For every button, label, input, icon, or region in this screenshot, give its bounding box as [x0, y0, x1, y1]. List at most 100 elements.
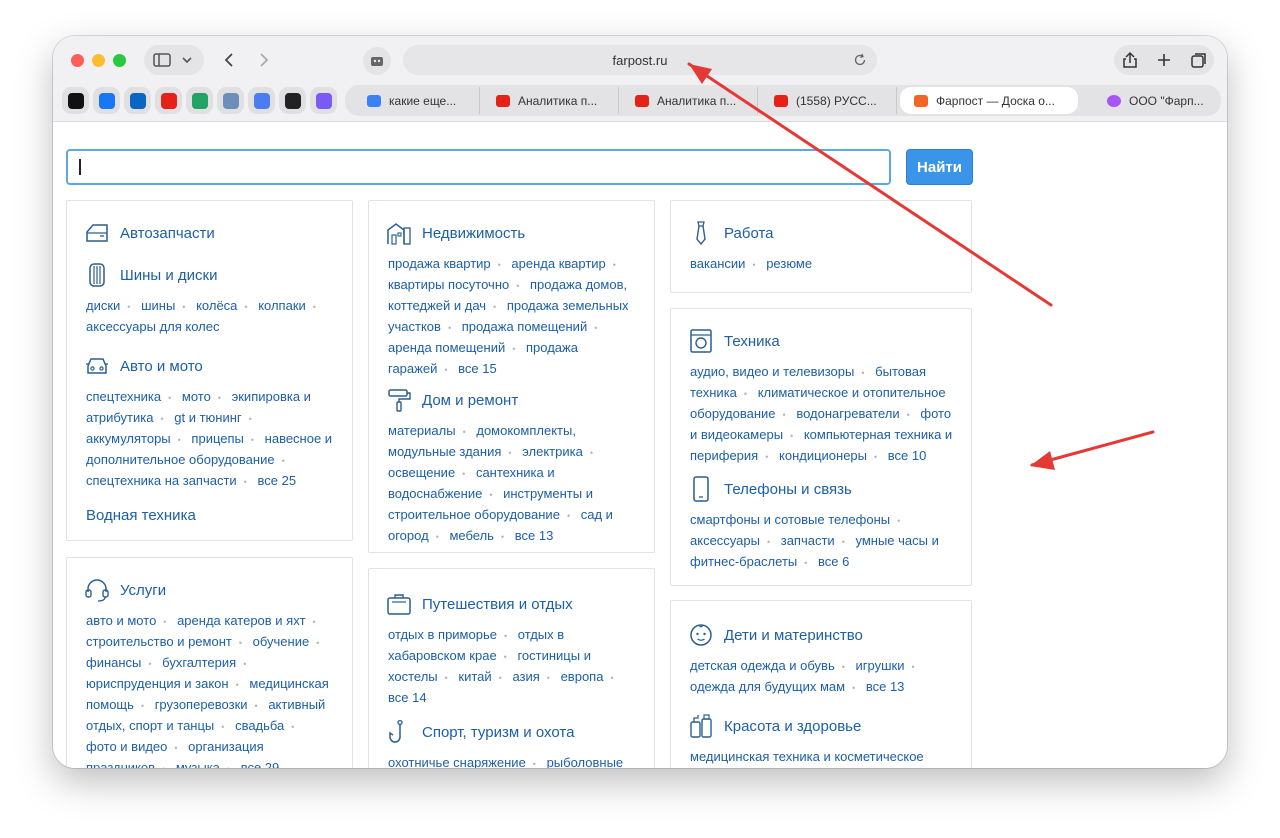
category-link[interactable]: аксессуары для колес — [86, 319, 219, 334]
section-header[interactable]: Дом и ремонт — [369, 387, 654, 413]
section-title[interactable]: Недвижимость — [422, 225, 525, 242]
section-header[interactable]: Спорт, туризм и охота — [369, 719, 654, 745]
category-link[interactable]: водонагреватели — [796, 406, 899, 421]
category-link[interactable]: аренда помещений — [388, 340, 505, 355]
reload-icon[interactable] — [853, 53, 867, 67]
category-link[interactable]: азия — [512, 669, 539, 684]
category-link[interactable]: колёса — [196, 298, 237, 313]
favorite-youtube-icon[interactable] — [155, 87, 182, 114]
category-link[interactable]: игрушки — [856, 658, 905, 673]
category-link[interactable]: кондиционеры — [779, 448, 867, 463]
category-link[interactable]: все 6 — [818, 554, 849, 569]
category-link[interactable]: электрика — [522, 444, 583, 459]
favorite-openai-icon[interactable] — [279, 87, 306, 114]
tab-company[interactable]: ООО "Фарп... — [1093, 87, 1219, 114]
category-link[interactable]: отдых в приморье — [388, 627, 497, 642]
section-header[interactable]: Работа — [671, 220, 971, 246]
section-title[interactable]: Работа — [724, 225, 774, 242]
search-input[interactable] — [66, 149, 891, 185]
section-title[interactable]: Дом и ремонт — [422, 392, 518, 409]
category-link[interactable]: прицепы — [191, 431, 243, 446]
zoom-window-button[interactable] — [113, 54, 126, 67]
category-link[interactable]: европа — [561, 669, 604, 684]
new-tab-icon[interactable] — [1158, 54, 1170, 66]
section-title[interactable]: Шины и диски — [120, 267, 217, 284]
category-link[interactable]: резюме — [766, 256, 812, 271]
category-link[interactable]: бухгалтерия — [162, 655, 236, 670]
section-title[interactable]: Водная техника — [86, 507, 196, 524]
category-link[interactable]: обучение — [253, 634, 310, 649]
category-link[interactable]: продажа помещений — [462, 319, 588, 334]
section-title[interactable]: Дети и материнство — [724, 627, 863, 644]
tab-farpost-active[interactable]: Фарпост — Доска о... — [900, 87, 1078, 114]
section-header[interactable]: Автозапчасти — [67, 220, 352, 246]
category-link[interactable]: все 13 — [515, 528, 554, 543]
category-link[interactable]: все 10 — [888, 448, 927, 463]
section-title[interactable]: Телефоны и связь — [724, 481, 852, 498]
category-link[interactable]: спецтехника на запчасти — [86, 473, 237, 488]
category-link[interactable]: финансы — [86, 655, 141, 670]
category-link[interactable]: все 25 — [257, 473, 296, 488]
close-window-button[interactable] — [71, 54, 84, 67]
tab-overview-icon[interactable] — [1191, 53, 1206, 68]
favorite-gemini-icon[interactable] — [248, 87, 275, 114]
section-header[interactable]: Услуги — [67, 577, 352, 603]
category-link[interactable]: все 13 — [866, 679, 905, 694]
category-link[interactable]: диски — [86, 298, 120, 313]
section-header[interactable]: Техника — [671, 328, 971, 354]
category-link[interactable]: квартиры посуточно — [388, 277, 509, 292]
section-title[interactable]: Услуги — [120, 582, 166, 599]
favorite-assistant-icon[interactable] — [217, 87, 244, 114]
section-header[interactable]: Красота и здоровье — [671, 713, 971, 739]
category-link[interactable]: одежда для будущих мам — [690, 679, 845, 694]
favorite-facebook-icon[interactable] — [93, 87, 120, 114]
section-header[interactable]: Телефоны и связь — [671, 476, 971, 502]
category-link[interactable]: аксессуары — [690, 533, 760, 548]
section-title[interactable]: Авто и мото — [120, 358, 203, 375]
favorite-threads-icon[interactable] — [62, 87, 89, 114]
favorite-multicolor-app-icon[interactable] — [310, 87, 337, 114]
section-header[interactable]: Путешествия и отдых — [369, 591, 654, 617]
category-link[interactable]: gt и тюнинг — [174, 410, 241, 425]
category-link[interactable]: смартфоны и сотовые телефоны — [690, 512, 890, 527]
category-link[interactable]: продажа квартир — [388, 256, 491, 271]
share-icon[interactable] — [1123, 51, 1137, 68]
category-link[interactable]: запчасти — [781, 533, 835, 548]
section-title[interactable]: Техника — [724, 333, 780, 350]
minimize-window-button[interactable] — [92, 54, 105, 67]
category-link[interactable]: материалы — [388, 423, 456, 438]
page-extension-button[interactable] — [363, 47, 391, 75]
category-link[interactable]: аккумуляторы — [86, 431, 171, 446]
tab-youtube-analytics-1[interactable]: Аналитика п... — [482, 87, 619, 114]
category-link[interactable]: спецтехника — [86, 389, 161, 404]
category-link[interactable]: медицинская техника и косметическое — [690, 749, 924, 764]
category-link[interactable]: детская одежда и обувь — [690, 658, 835, 673]
tab-youtube-video[interactable]: (1558) РУСС... — [760, 87, 897, 114]
category-link[interactable]: колпаки — [258, 298, 306, 313]
search-button[interactable]: Найти — [906, 149, 973, 185]
category-link[interactable]: мото — [182, 389, 211, 404]
category-link[interactable]: свадьба — [235, 718, 284, 733]
category-link[interactable]: охотничье снаряжение — [388, 755, 526, 768]
category-link[interactable]: аудио, видео и телевизоры — [690, 364, 854, 379]
sidebar-toggle-button[interactable] — [144, 45, 204, 75]
category-link[interactable]: все 14 — [388, 690, 427, 705]
category-link[interactable]: вакансии — [690, 256, 745, 271]
address-bar[interactable]: farpost.ru — [403, 45, 877, 75]
section-header[interactable]: Недвижимость — [369, 220, 654, 246]
section-title[interactable]: Автозапчасти — [120, 225, 215, 242]
category-link[interactable]: строительство и ремонт — [86, 634, 232, 649]
category-link[interactable]: фото и видео — [86, 739, 167, 754]
category-link[interactable]: музыка — [176, 760, 220, 768]
category-link[interactable]: аренда катеров и яхт — [177, 613, 305, 628]
category-link[interactable]: юриспруденция и закон — [86, 676, 229, 691]
section-header[interactable]: Шины и диски — [67, 262, 352, 288]
category-link[interactable]: все 15 — [458, 361, 497, 376]
section-title[interactable]: Красота и здоровье — [724, 718, 861, 735]
category-link[interactable]: шины — [141, 298, 175, 313]
category-link[interactable]: грузоперевозки — [155, 697, 248, 712]
category-link[interactable]: аренда квартир — [511, 256, 605, 271]
favorite-sheets-plus-icon[interactable] — [186, 87, 213, 114]
tab-google-docs[interactable]: какие еще... — [353, 87, 480, 114]
category-link[interactable]: рыболовные — [547, 755, 624, 768]
